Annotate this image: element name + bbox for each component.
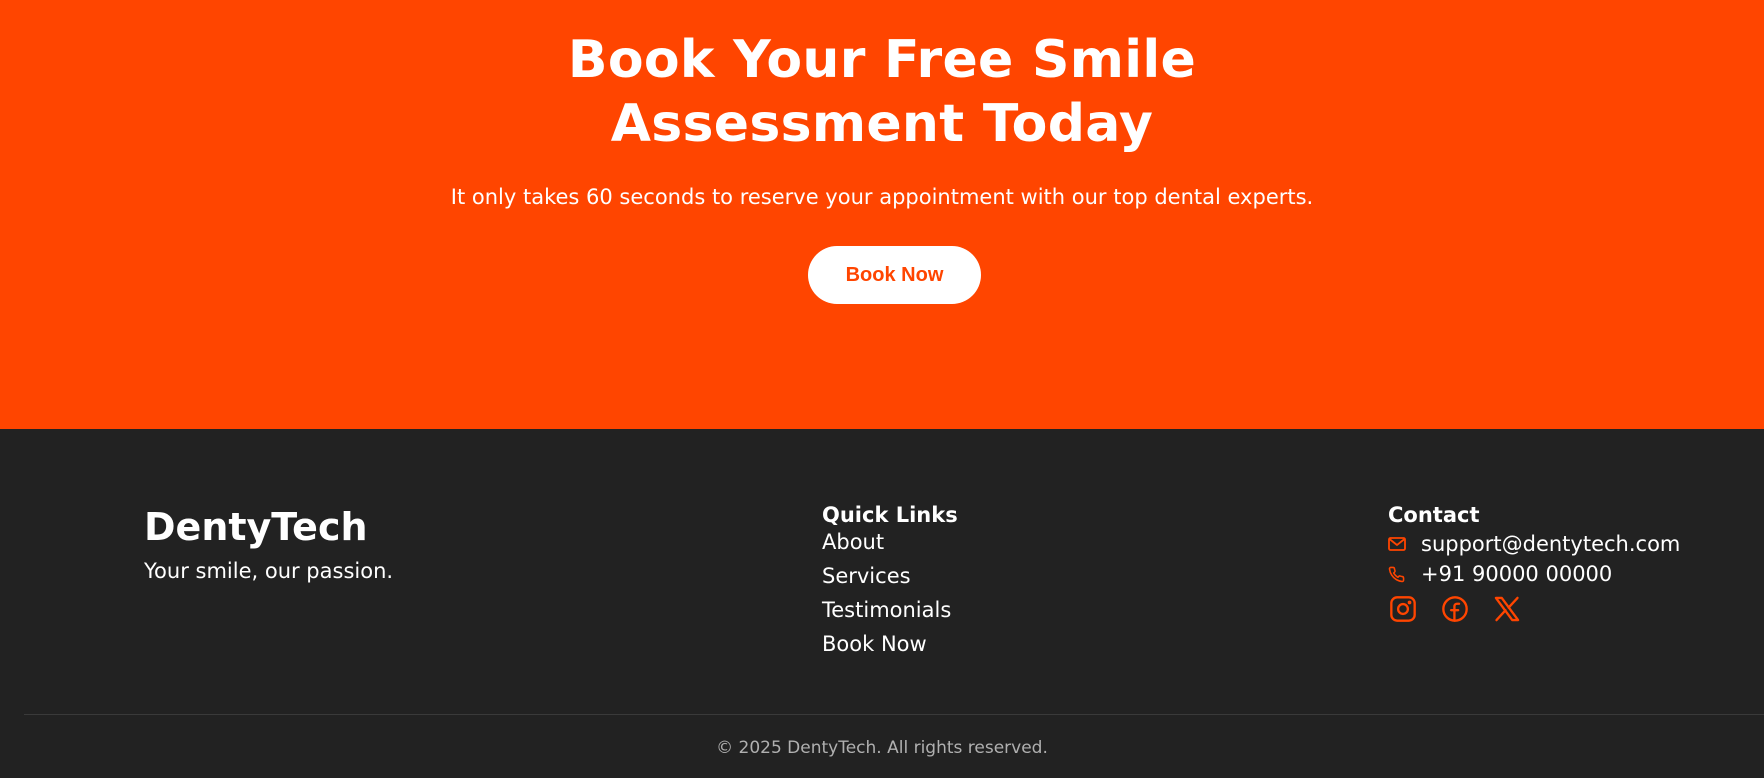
social-links <box>1388 594 1521 623</box>
quick-link-services[interactable]: Services <box>822 559 951 593</box>
contact-title: Contact <box>1388 503 1480 527</box>
footer-divider <box>24 714 1764 715</box>
quick-link-testimonials[interactable]: Testimonials <box>822 593 951 627</box>
contact-email[interactable]: support@dentytech.com <box>1388 531 1680 557</box>
phone-icon <box>1388 566 1421 583</box>
copyright-text: © 2025 DentyTech. All rights reserved. <box>716 738 1048 758</box>
facebook-icon[interactable] <box>1440 594 1469 623</box>
quick-link-about[interactable]: About <box>822 525 951 559</box>
footer-tagline: Your smile, our passion. <box>144 559 394 583</box>
mail-icon <box>1388 537 1421 551</box>
instagram-icon[interactable] <box>1388 594 1417 623</box>
footer-brand: DentyTech <box>144 505 368 549</box>
contact-phone-text: +91 90000 00000 <box>1421 562 1613 586</box>
cta-subtitle: It only takes 60 seconds to reserve your… <box>450 185 1314 209</box>
cta-section: Book Your Free Smile Assessment Today It… <box>0 0 1764 429</box>
quick-links-list: About Services Testimonials Book Now <box>822 525 951 661</box>
x-icon[interactable] <box>1492 594 1521 623</box>
contact-phone[interactable]: +91 90000 00000 <box>1388 561 1612 587</box>
contact-email-text: support@dentytech.com <box>1421 532 1681 556</box>
cta-title: Book Your Free Smile Assessment Today <box>567 30 1197 154</box>
site-footer: DentyTech Your smile, our passion. Quick… <box>0 429 1764 778</box>
book-now-button[interactable]: Book Now <box>808 246 981 304</box>
quick-link-book-now[interactable]: Book Now <box>822 627 951 661</box>
